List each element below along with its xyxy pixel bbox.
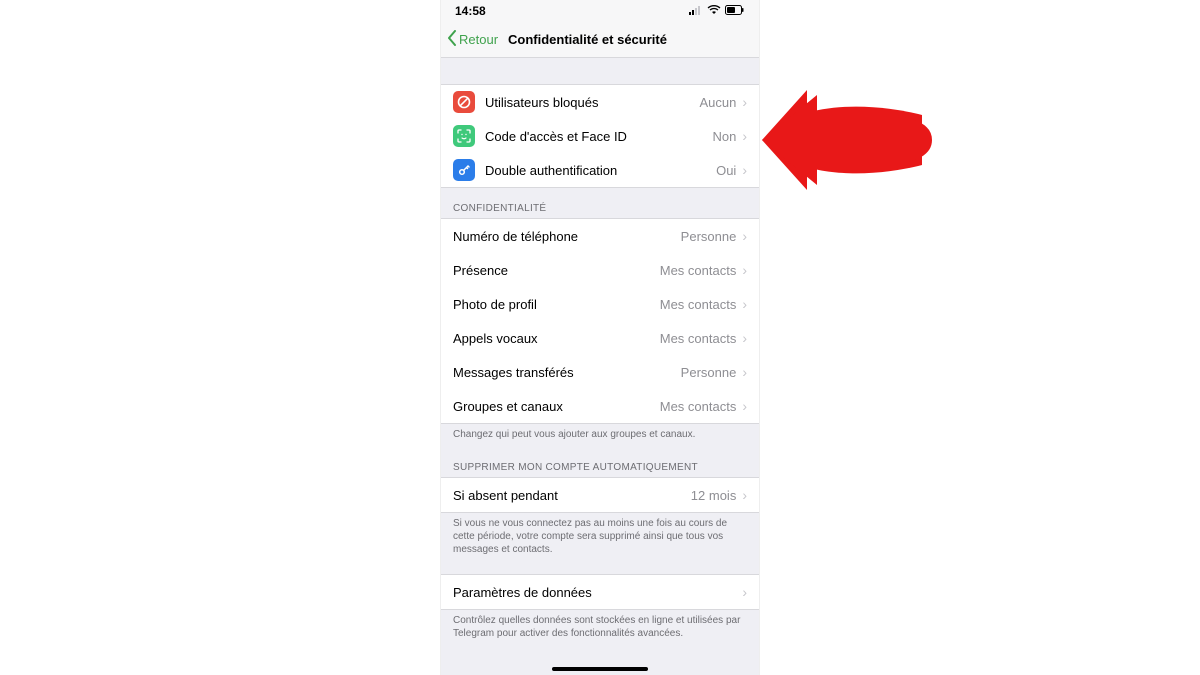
key-icon (453, 159, 475, 181)
home-indicator (552, 667, 648, 671)
row-value: Personne (681, 365, 737, 380)
row-label: Présence (453, 263, 660, 278)
row-value: Mes contacts (660, 331, 737, 346)
status-bar: 14:58 (441, 0, 759, 22)
row-label: Si absent pendant (453, 488, 691, 503)
privacy-footer: Changez qui peut vous ajouter aux groupe… (441, 424, 759, 449)
status-time: 14:58 (455, 4, 486, 18)
row-value: Mes contacts (660, 297, 737, 312)
section-gap: SUPPRIMER MON COMPTE AUTOMATIQUEMENT (441, 449, 759, 477)
row-blocked-users[interactable]: Utilisateurs bloqués Aucun › (441, 85, 759, 119)
chevron-right-icon: › (742, 296, 747, 312)
callout-arrow (762, 90, 942, 190)
row-value: Aucun (699, 95, 736, 110)
row-profile-photo[interactable]: Photo de profil Mes contacts › (441, 287, 759, 321)
autodelete-header: SUPPRIMER MON COMPTE AUTOMATIQUEMENT (441, 462, 759, 477)
privacy-header: CONFIDENTIALITÉ (441, 203, 759, 218)
row-value: Mes contacts (660, 399, 737, 414)
chevron-left-icon (447, 30, 457, 49)
chevron-right-icon: › (742, 330, 747, 346)
row-last-seen[interactable]: Présence Mes contacts › (441, 253, 759, 287)
phone-screen: 14:58 Retour Confidentialité et sécurité (440, 0, 760, 675)
row-value: 12 mois (691, 488, 737, 503)
signal-icon (689, 4, 703, 18)
data-settings-section: Paramètres de données › (441, 574, 759, 610)
row-two-factor[interactable]: Double authentification Oui › (441, 153, 759, 187)
back-label: Retour (459, 32, 498, 47)
row-label: Numéro de téléphone (453, 229, 681, 244)
row-label: Paramètres de données (453, 585, 738, 600)
row-label: Messages transférés (453, 365, 681, 380)
nav-bar: Retour Confidentialité et sécurité (441, 22, 759, 58)
chevron-right-icon: › (742, 262, 747, 278)
row-label: Double authentification (485, 163, 716, 178)
row-phone-number[interactable]: Numéro de téléphone Personne › (441, 219, 759, 253)
row-label: Photo de profil (453, 297, 660, 312)
row-groups-channels[interactable]: Groupes et canaux Mes contacts › (441, 389, 759, 423)
back-button[interactable]: Retour (447, 30, 498, 49)
chevron-right-icon: › (742, 128, 747, 144)
chevron-right-icon: › (742, 94, 747, 110)
row-label: Appels vocaux (453, 331, 660, 346)
chevron-right-icon: › (742, 228, 747, 244)
row-data-settings[interactable]: Paramètres de données › (441, 575, 759, 609)
data-footer: Contrôlez quelles données sont stockées … (441, 610, 759, 648)
wifi-icon (707, 4, 721, 18)
privacy-section: Numéro de téléphone Personne › Présence … (441, 218, 759, 424)
chevron-right-icon: › (742, 487, 747, 503)
section-gap (441, 564, 759, 574)
face-id-icon (453, 125, 475, 147)
chevron-right-icon: › (742, 584, 747, 600)
row-if-away-for[interactable]: Si absent pendant 12 mois › (441, 478, 759, 512)
row-passcode-faceid[interactable]: Code d'accès et Face ID Non › (441, 119, 759, 153)
row-value: Personne (681, 229, 737, 244)
row-label: Groupes et canaux (453, 399, 660, 414)
section-gap: CONFIDENTIALITÉ (441, 188, 759, 218)
row-voice-calls[interactable]: Appels vocaux Mes contacts › (441, 321, 759, 355)
row-value: Oui (716, 163, 736, 178)
chevron-right-icon: › (742, 162, 747, 178)
row-label: Utilisateurs bloqués (485, 95, 699, 110)
chevron-right-icon: › (742, 398, 747, 414)
row-value: Mes contacts (660, 263, 737, 278)
row-forwarded-messages[interactable]: Messages transférés Personne › (441, 355, 759, 389)
section-gap (441, 58, 759, 84)
row-value: Non (712, 129, 736, 144)
status-right (689, 4, 745, 18)
row-label: Code d'accès et Face ID (485, 129, 712, 144)
block-icon (453, 91, 475, 113)
autodelete-footer: Si vous ne vous connectez pas au moins u… (441, 513, 759, 564)
battery-icon (725, 4, 745, 18)
autodelete-section: Si absent pendant 12 mois › (441, 477, 759, 513)
security-section: Utilisateurs bloqués Aucun › Code d'accè… (441, 84, 759, 188)
chevron-right-icon: › (742, 364, 747, 380)
nav-title: Confidentialité et sécurité (508, 32, 667, 47)
